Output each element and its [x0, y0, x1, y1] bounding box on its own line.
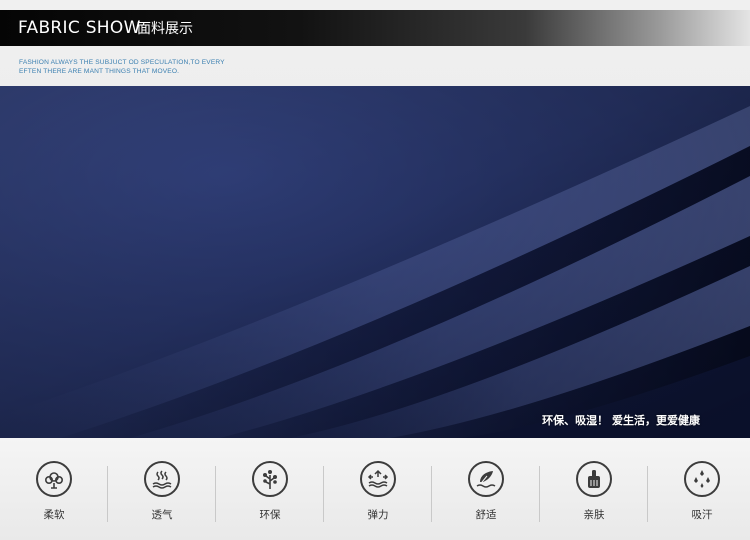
feature-label: 弹力 — [367, 509, 389, 521]
drops-icon — [684, 461, 720, 497]
section-title: FABRIC SHOW — [18, 18, 141, 38]
breathable-icon — [144, 461, 180, 497]
section-subtitle: 面料展示 — [137, 21, 193, 37]
cotton-icon — [36, 461, 72, 497]
feather-icon — [468, 461, 504, 497]
feature-label: 吸汗 — [691, 509, 713, 521]
product-detail-page: FABRIC SHOW 面料展示 FASHION ALWAYS THE SUBJ… — [0, 0, 750, 540]
feature-item-comfort: 舒适 — [432, 438, 540, 540]
feature-item-absorbent: 吸汗 — [648, 438, 750, 540]
tagline-line-1: FASHION ALWAYS THE SUBJUCT OD SPECULATIO… — [19, 59, 225, 66]
feature-item-skin-friendly: 亲肤 — [540, 438, 648, 540]
feature-label: 亲肤 — [583, 509, 605, 521]
section-header: FABRIC SHOW 面料展示 — [0, 10, 750, 46]
feature-label: 环保 — [259, 509, 281, 521]
feature-label: 柔软 — [43, 509, 65, 521]
fabric-photo: 环保、吸湿！ 爱生活，更爱健康 — [0, 86, 750, 438]
feature-list: 柔软 透气 环保 弹力 舒适 亲肤 吸汗 — [0, 438, 750, 540]
fabric-image — [0, 86, 750, 438]
feature-item-breathable: 透气 — [108, 438, 216, 540]
tagline: FASHION ALWAYS THE SUBJUCT OD SPECULATIO… — [19, 58, 279, 76]
fabric-slogan: 环保、吸湿！ 爱生活，更爱健康 — [542, 414, 700, 427]
tree-icon — [252, 461, 288, 497]
hand-icon — [576, 461, 612, 497]
feature-label: 透气 — [151, 509, 173, 521]
feature-item-eco: 环保 — [216, 438, 324, 540]
feature-item-soft: 柔软 — [0, 438, 108, 540]
tagline-line-2: EFTEN THERE ARE MANT THINGS THAT MOVEO. — [19, 68, 180, 75]
feature-item-elastic: 弹力 — [324, 438, 432, 540]
elastic-icon — [360, 461, 396, 497]
feature-label: 舒适 — [475, 509, 497, 521]
